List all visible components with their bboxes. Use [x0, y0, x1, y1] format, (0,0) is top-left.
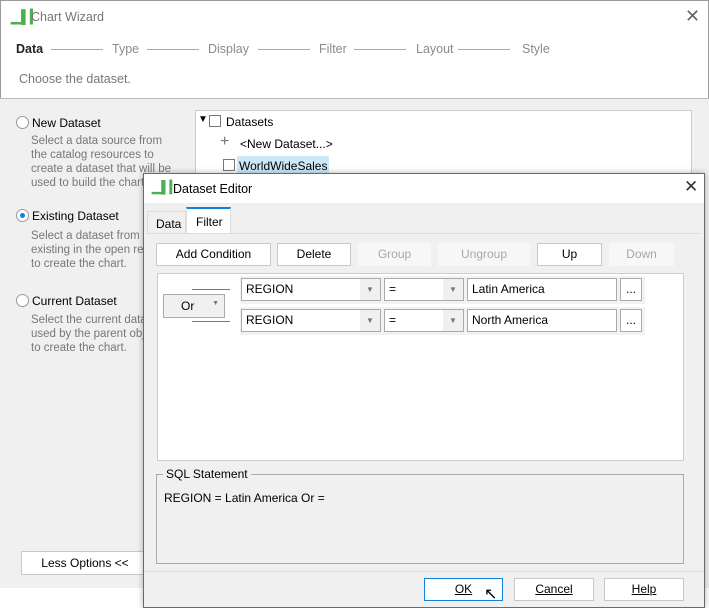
help-label: Help	[631, 582, 657, 596]
help-button[interactable]: Help	[604, 578, 684, 601]
plus-icon: +	[220, 133, 230, 150]
delete-button[interactable]: Delete	[277, 243, 351, 266]
condition-row: REGION ▼ = ▼ Latin America ...	[240, 276, 645, 304]
field-value: REGION	[246, 282, 294, 296]
sql-text: REGION = Latin America Or =	[164, 491, 325, 505]
chevron-down-icon[interactable]: ▼	[198, 114, 208, 125]
step-layout[interactable]: Layout	[416, 42, 454, 56]
sql-label: SQL Statement	[163, 467, 251, 481]
current-dataset-label: Current Dataset	[32, 294, 117, 308]
group-button[interactable]: Group	[358, 243, 431, 266]
tab-filter[interactable]: Filter	[186, 207, 231, 234]
value-input[interactable]: North America	[467, 309, 617, 332]
condition-row: REGION ▼ = ▼ North America ...	[240, 307, 645, 335]
chevron-down-icon: ▼	[443, 310, 463, 331]
step-data[interactable]: Data	[16, 42, 43, 56]
tree-root[interactable]: Datasets	[226, 115, 273, 129]
existing-dataset-label: Existing Dataset	[32, 209, 119, 223]
sql-statement-group: SQL Statement REGION = Latin America Or …	[156, 467, 684, 564]
operator-value: =	[389, 282, 397, 296]
operator-value: =	[389, 313, 397, 327]
chevron-down-icon: ▼	[443, 279, 463, 300]
step-type[interactable]: Type	[112, 42, 139, 56]
up-button[interactable]: Up	[537, 243, 602, 266]
add-condition-button[interactable]: Add Condition	[156, 243, 271, 266]
step-style[interactable]: Style	[522, 42, 550, 56]
value-input[interactable]: Latin America	[467, 278, 617, 301]
chevron-down-icon: ▼	[360, 279, 380, 300]
cancel-label: Cancel	[535, 582, 573, 596]
field-value: REGION	[246, 313, 294, 327]
ungroup-button[interactable]: Ungroup	[438, 243, 530, 266]
logic-select[interactable]: Or ▼	[163, 294, 225, 318]
logic-value: Or	[181, 299, 195, 313]
dataset-folder-icon	[209, 115, 221, 127]
cancel-button[interactable]: Cancel	[514, 578, 594, 601]
wizard-title: Chart Wizard	[31, 10, 104, 24]
ok-label: OK	[454, 582, 473, 596]
conditions-panel: Or ▼ REGION ▼ = ▼ Latin America ... REGION ▼…	[157, 273, 684, 461]
field-select[interactable]: REGION ▼	[241, 278, 381, 301]
tree-item-new-dataset[interactable]: <New Dataset...>	[240, 137, 333, 151]
dataset-icon	[223, 159, 235, 171]
new-dataset-label: New Dataset	[32, 116, 101, 130]
close-icon[interactable]: ✕	[684, 177, 698, 197]
dataset-editor-dialog: ▁▌▎ Dataset Editor ✕ Data Filter Add Con…	[143, 173, 705, 608]
mouse-cursor-icon: ↖	[484, 586, 498, 603]
chevron-down-icon: ▼	[360, 310, 380, 331]
less-options-button[interactable]: Less Options <<	[21, 551, 149, 575]
step-display[interactable]: Display	[208, 42, 249, 56]
step-filter[interactable]: Filter	[319, 42, 347, 56]
down-button[interactable]: Down	[609, 243, 674, 266]
operator-select[interactable]: = ▼	[384, 278, 464, 301]
radio-existing-dataset[interactable]	[16, 209, 29, 222]
radio-current-dataset[interactable]	[16, 294, 29, 307]
close-icon[interactable]: ✕	[685, 6, 700, 27]
operator-select[interactable]: = ▼	[384, 309, 464, 332]
field-select[interactable]: REGION ▼	[241, 309, 381, 332]
chevron-down-icon: ▼	[212, 300, 219, 307]
radio-new-dataset[interactable]	[16, 116, 29, 129]
editor-title: Dataset Editor	[173, 182, 253, 196]
browse-button[interactable]: ...	[620, 278, 642, 301]
browse-button[interactable]: ...	[620, 309, 642, 332]
dataset-tree: ▼ Datasets + <New Dataset...> WorldWideS…	[195, 110, 692, 180]
tab-data[interactable]: Data	[147, 211, 186, 233]
instruction-text: Choose the dataset.	[19, 72, 131, 86]
